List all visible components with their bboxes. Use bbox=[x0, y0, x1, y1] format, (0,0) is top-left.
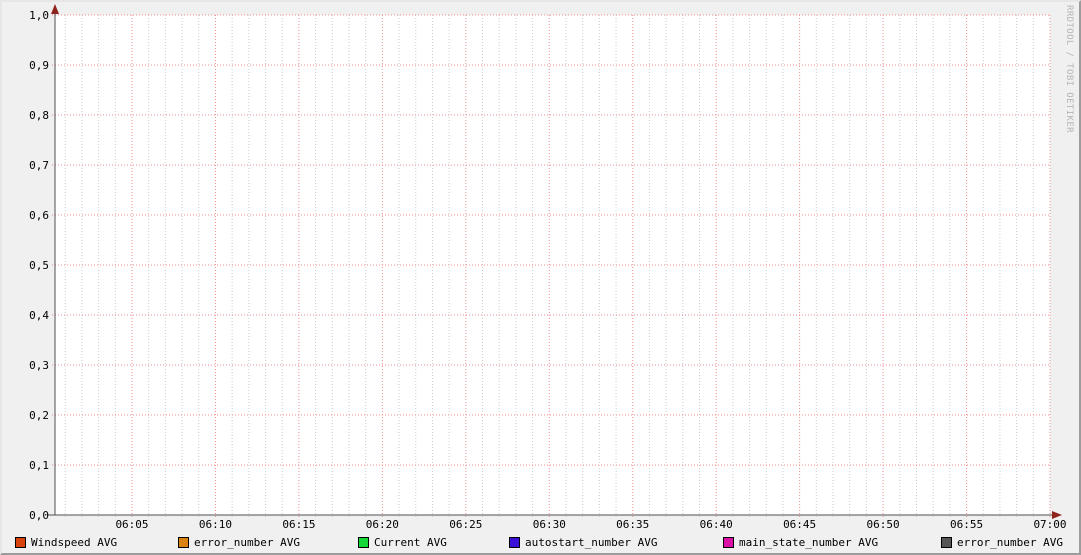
y-tick-label: 0,4 bbox=[29, 309, 49, 322]
y-tick-label: 0,1 bbox=[29, 459, 49, 472]
watermark-text: RRDTOOL / TOBI OETIKER bbox=[1064, 5, 1074, 134]
x-tick-label: 06:10 bbox=[199, 518, 232, 531]
plot-canvas bbox=[55, 15, 1050, 515]
x-tick-label: 06:50 bbox=[867, 518, 900, 531]
y-tick-label: 0,9 bbox=[29, 59, 49, 72]
x-tick-label: 06:30 bbox=[533, 518, 566, 531]
x-tick-label: 06:40 bbox=[700, 518, 733, 531]
y-tick-label: 0,8 bbox=[29, 109, 49, 122]
y-tick-label: 1,0 bbox=[29, 9, 49, 22]
x-tick-label: 06:20 bbox=[366, 518, 399, 531]
x-tick-label: 06:35 bbox=[616, 518, 649, 531]
y-axis-arrow-icon bbox=[51, 4, 59, 14]
rrdtool-graph: 1,0 0,9 0,8 0,7 0,6 0,5 0,4 0,3 0,2 0,1 0,0 06:05 06… bbox=[0, 0, 1081, 555]
x-tick-label: 06:55 bbox=[950, 518, 983, 531]
y-tick-label: 0,7 bbox=[29, 159, 49, 172]
y-tick-label: 0,5 bbox=[29, 259, 49, 272]
x-tick-label: 06:15 bbox=[282, 518, 315, 531]
y-tick-label: 0,3 bbox=[29, 359, 49, 372]
x-tick-label: 06:45 bbox=[783, 518, 816, 531]
x-tick-label: 06:25 bbox=[449, 518, 482, 531]
chart-canvas: 1,0 0,9 0,8 0,7 0,6 0,5 0,4 0,3 0,2 0,1 0,0 06:05 06… bbox=[29, 4, 1067, 531]
y-tick-label: 0,6 bbox=[29, 209, 49, 222]
x-tick-label: 06:05 bbox=[115, 518, 148, 531]
y-tick-label: 0,0 bbox=[29, 509, 49, 522]
x-tick-label: 07:00 bbox=[1033, 518, 1066, 531]
y-tick-label: 0,2 bbox=[29, 409, 49, 422]
